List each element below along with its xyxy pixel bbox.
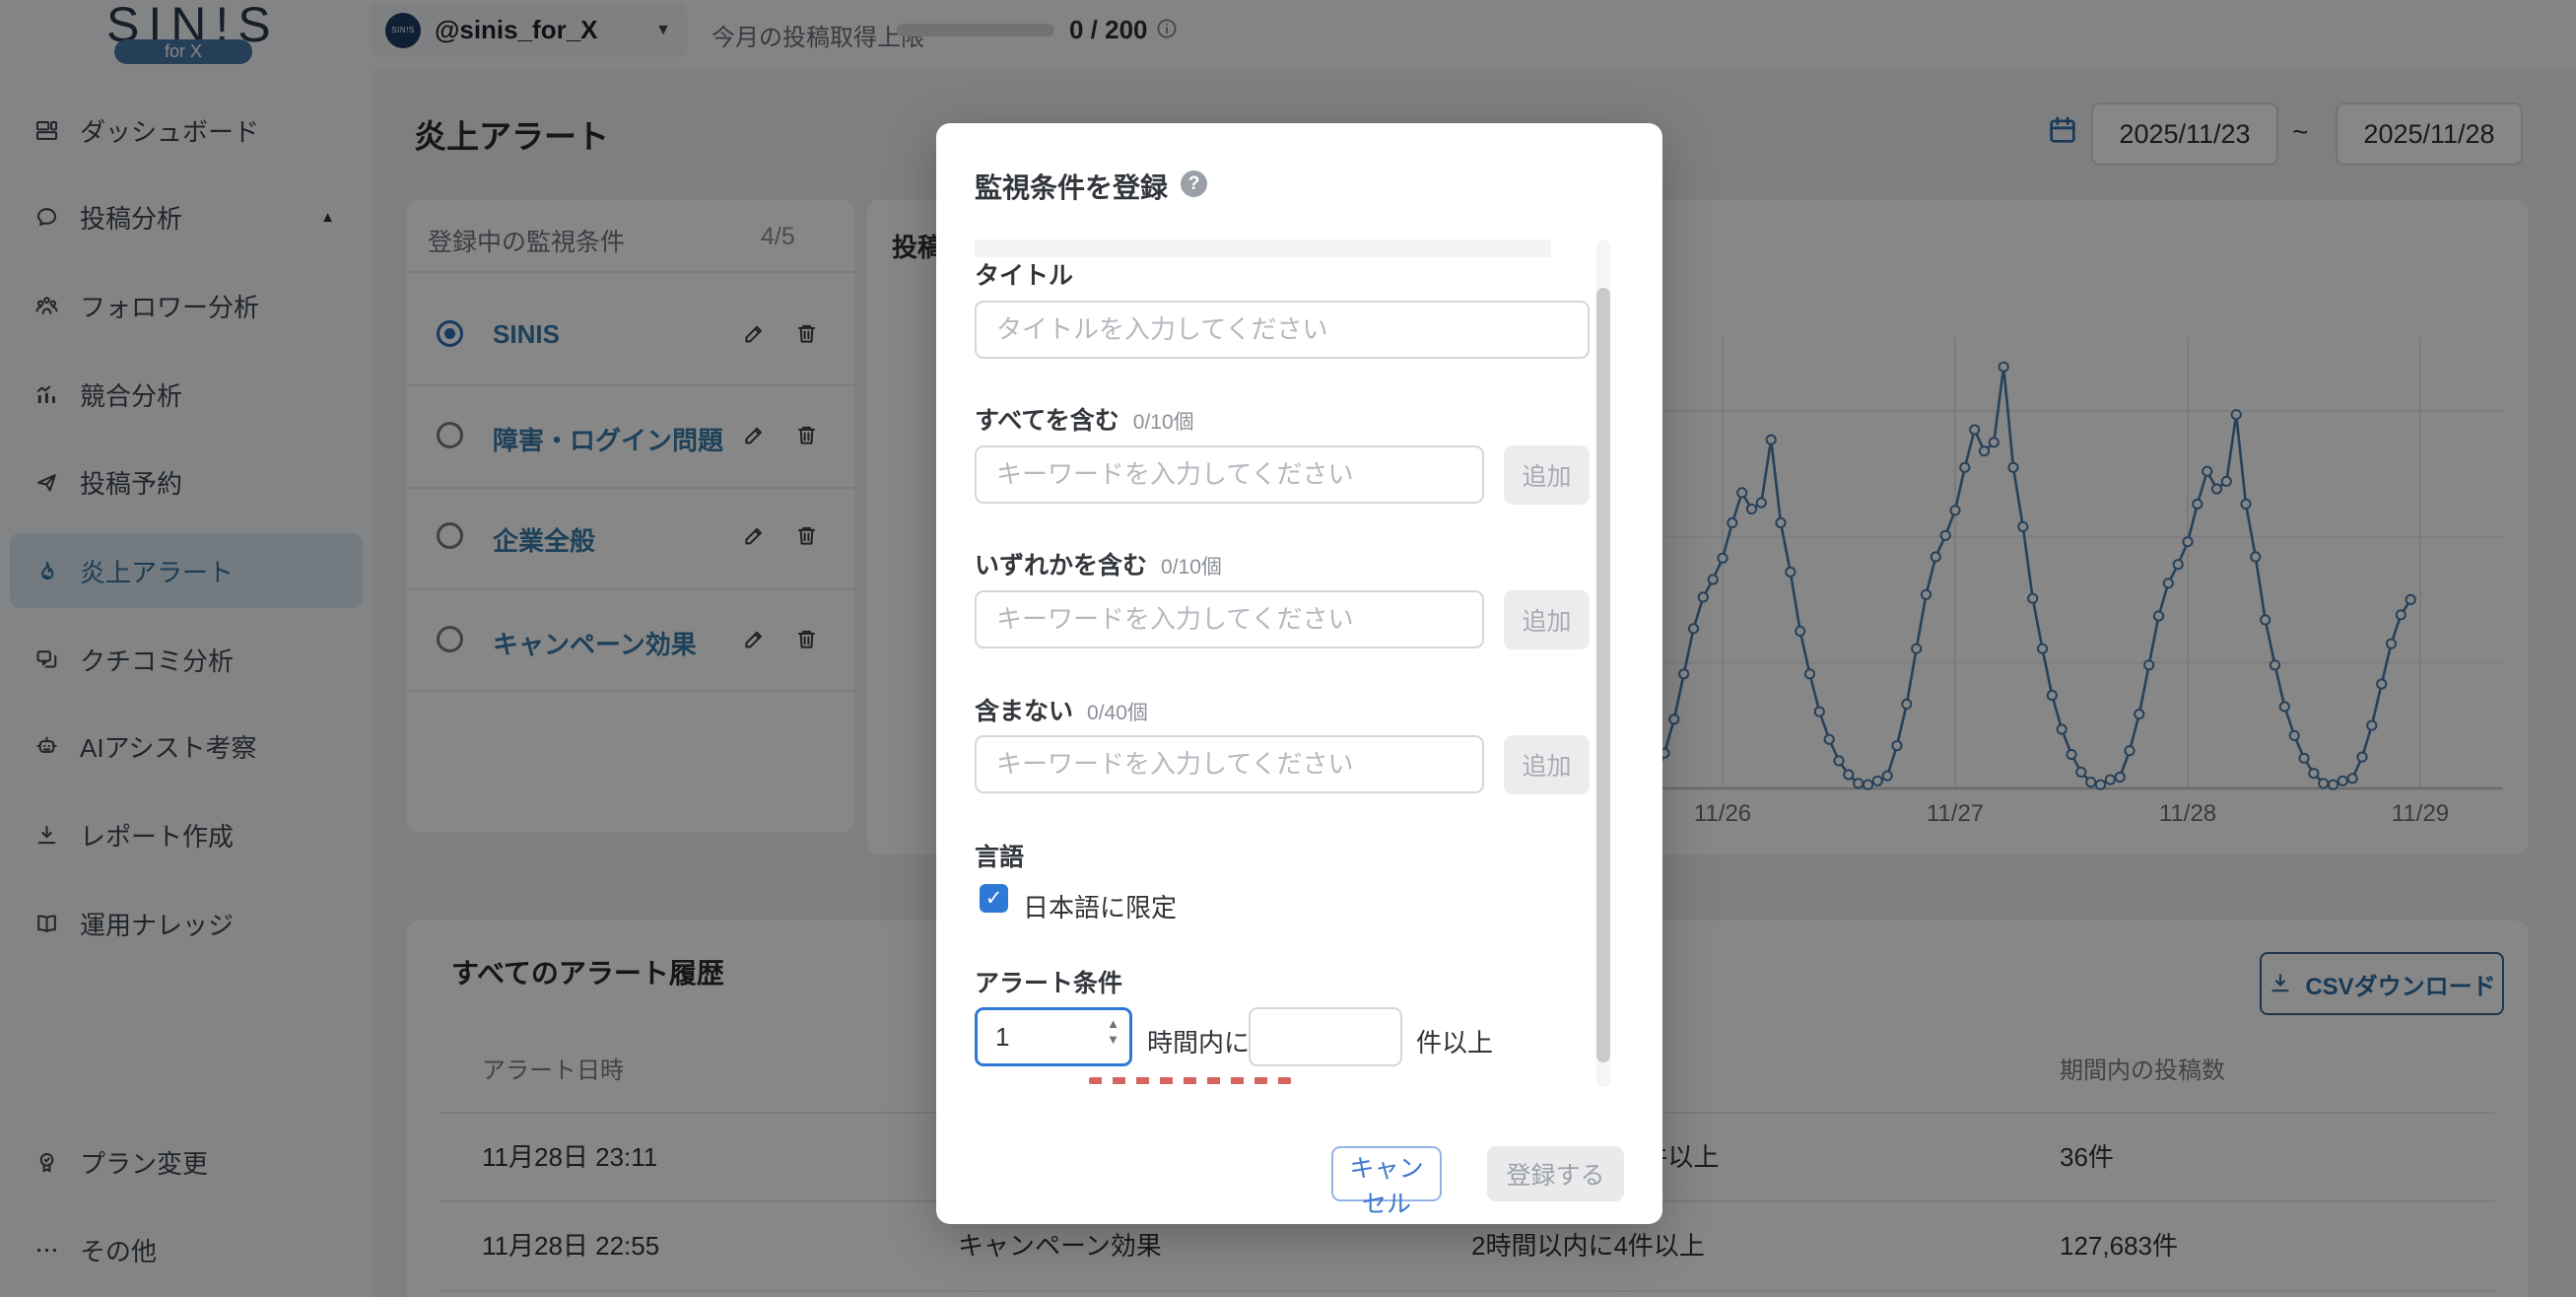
language-label: 言語 (975, 844, 1025, 871)
hours-input[interactable] (978, 1010, 1076, 1063)
stepper-arrows-icon[interactable]: ▲ ▼ (1107, 1017, 1119, 1046)
cancel-button[interactable]: キャンセル (1331, 1146, 1442, 1218)
register-condition-modal: 監視条件を登録 ? タイトル すべてを含む0/10個 追加 いずれかを含む0/1… (936, 123, 1662, 1224)
exclude-input[interactable] (975, 735, 1484, 793)
count-suffix: 件以上 (1416, 1028, 1494, 1058)
scrolled-notice-edge (975, 239, 1551, 257)
validation-error-clipped (1089, 1077, 1291, 1084)
title-field-label: タイトル (975, 262, 1074, 290)
modal-title: 監視条件を登録 (975, 172, 1169, 203)
submit-button[interactable]: 登録する (1487, 1146, 1624, 1201)
include-any-counter: 0/10個 (1161, 556, 1222, 579)
help-icon[interactable]: ? (1181, 171, 1207, 197)
exclude-counter: 0/40個 (1087, 702, 1148, 724)
modal-scrollbar-thumb[interactable] (1596, 288, 1610, 1062)
include-all-input[interactable] (975, 445, 1484, 504)
include-any-add-button[interactable]: 追加 (1504, 590, 1590, 649)
hours-stepper[interactable]: ▲▼ (975, 1007, 1132, 1066)
exclude-add-button[interactable]: 追加 (1504, 735, 1590, 794)
include-all-counter: 0/10個 (1132, 411, 1194, 434)
app-root: SIN!S for X SIN!S @sinis_for_X ▼ 今月の投稿取得… (0, 0, 2576, 1297)
alert-condition-label: アラート条件 (975, 970, 1123, 997)
japanese-only-label: 日本語に限定 (1023, 893, 1178, 922)
include-all-label: すべてを含む 0/10個 (975, 407, 1194, 435)
include-any-input[interactable] (975, 590, 1484, 648)
count-input[interactable] (1249, 1007, 1402, 1066)
hours-suffix: 時間内に (1147, 1028, 1251, 1058)
title-input[interactable] (975, 301, 1590, 359)
include-all-add-button[interactable]: 追加 (1504, 445, 1590, 505)
include-any-label: いずれかを含む 0/10個 (975, 552, 1222, 580)
exclude-label: 含まない 0/40個 (975, 698, 1148, 725)
japanese-only-checkbox[interactable]: ✓ (980, 884, 1008, 913)
